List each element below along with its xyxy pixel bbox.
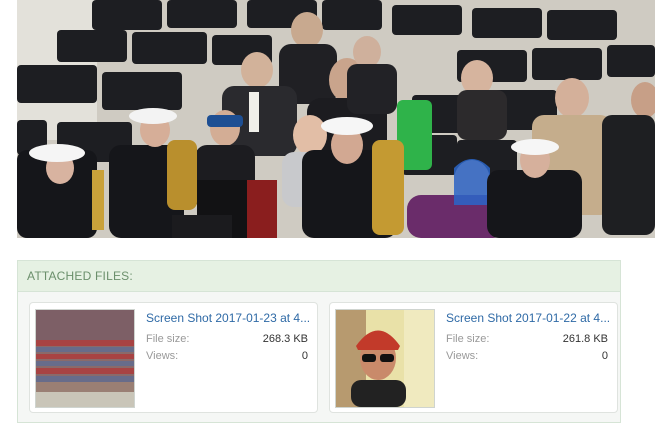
attachment-file-name[interactable]: Screen Shot 2017-01-22 at 4... (446, 311, 614, 325)
file-size-label: File size: (446, 333, 490, 345)
attachment-file-name[interactable]: Screen Shot 2017-01-23 at 4... (146, 311, 314, 325)
views-row: Views: 0 (146, 348, 314, 364)
file-size-value: 268.3 KB (262, 333, 308, 345)
file-size-label: File size: (146, 333, 190, 345)
views-value: 0 (601, 350, 608, 362)
views-label: Views: (446, 350, 479, 362)
crowd-thumbnail-image (36, 310, 134, 407)
views-label: Views: (146, 350, 179, 362)
file-size-row: File size: 268.3 KB (146, 331, 314, 347)
attached-files-header: ATTACHED FILES: (18, 261, 620, 292)
page: ATTACHED FILES: Screen Shot 2017-01-23 a… (0, 0, 655, 433)
photo-image (17, 0, 655, 238)
attached-files-panel: ATTACHED FILES: Screen Shot 2017-01-23 a… (17, 260, 621, 423)
views-row: Views: 0 (446, 348, 614, 364)
attachment-card[interactable]: Screen Shot 2017-01-23 at 4... File size… (29, 302, 318, 413)
inauguration-band-photo[interactable] (17, 0, 655, 238)
crowd-stadium-thumbnail[interactable] (35, 309, 135, 408)
attachment-card[interactable]: Screen Shot 2017-01-22 at 4... File size… (329, 302, 618, 413)
file-size-row: File size: 261.8 KB (446, 331, 614, 347)
selfie-thumbnail-image (336, 310, 434, 407)
views-value: 0 (301, 350, 308, 362)
file-size-value: 261.8 KB (562, 333, 608, 345)
person-selfie-thumbnail[interactable] (335, 309, 435, 408)
